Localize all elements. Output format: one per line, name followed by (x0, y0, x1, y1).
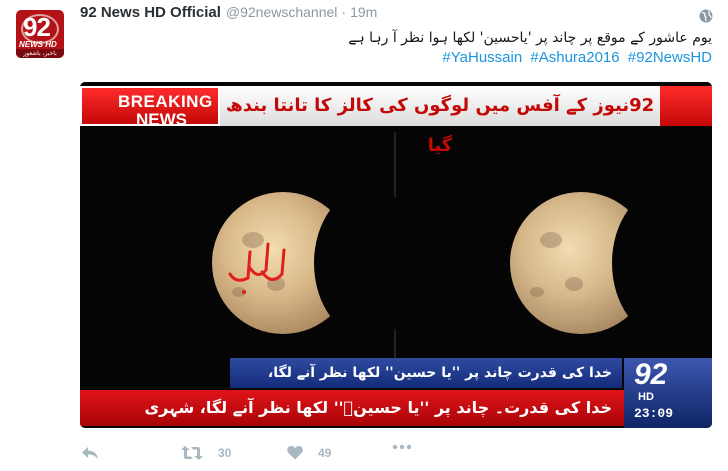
globe-icon[interactable] (699, 9, 713, 23)
author-screen-name[interactable]: @92newschannel (226, 4, 338, 20)
avatar-tagline: باخبر، باشعور (16, 49, 64, 58)
hashtag-link[interactable]: #Ashura2016 (530, 49, 619, 66)
retweet-icon (181, 446, 203, 460)
like-button[interactable]: 49 (286, 444, 331, 461)
tweet-media-image[interactable]: BREAKING NEWS 92نیوز کے آفس میں لوگوں کی… (80, 82, 712, 428)
reply-button[interactable] (80, 444, 100, 462)
heart-icon (287, 445, 303, 460)
tweet: 92 NEWS HD باخبر، باشعور 92 News HD Offi… (0, 0, 728, 471)
breaking-headline-box: 92نیوز کے آفس میں لوگوں کی کالز کا تانتا… (220, 86, 660, 156)
avatar-logo-number: 92 (23, 12, 51, 42)
retweet-count: 30 (218, 446, 232, 460)
breaking-news-banner: BREAKING NEWS 92نیوز کے آفس میں لوگوں کی… (80, 82, 712, 156)
ticker-blue: خدا کی قدرت چاند پر ''یا حسین'' لکھا نظر… (230, 358, 622, 411)
channel-logo-number: 92 (634, 358, 668, 391)
reply-icon (82, 447, 98, 459)
moon-image-original (510, 188, 712, 338)
broadcast-time: 23:09 (634, 406, 674, 421)
breaking-label-top: BREAKING (118, 92, 213, 111)
breaking-banner-end (660, 86, 712, 126)
hashtag-list: #YaHussain #Ashura2016 #92NewsHD (92, 48, 712, 68)
more-button[interactable] (392, 444, 412, 450)
retweet-button[interactable]: 30 (180, 444, 231, 462)
breaking-label: BREAKING NEWS (80, 86, 220, 129)
avatar[interactable]: 92 NEWS HD باخبر، باشعور (16, 10, 64, 58)
more-dots-icon (392, 444, 412, 450)
header-separator: · (341, 4, 347, 20)
breaking-headline: 92نیوز کے آفس میں لوگوں کی کالز کا تانتا… (225, 95, 655, 156)
tweet-timestamp[interactable]: 19m (350, 4, 377, 20)
ticker-red-text: خدا کی قدرت۔ چاند پر ''یا حسینؓ'' لکھا ن… (144, 398, 612, 417)
channel-logo-hd: HD (638, 391, 654, 403)
hashtag-link[interactable]: #YaHussain (442, 49, 522, 66)
channel-logo: 92 HD 23:09 (624, 358, 712, 428)
tweet-text: یوم عاشور کے موقع پر چاند پر 'یاحسین' لک… (92, 28, 712, 68)
avatar-logo-text: NEWS HD (19, 40, 57, 49)
tweet-header: 92 News HD Official @92newschannel · 19m (80, 4, 377, 26)
breaking-label-bottom: NEWS (136, 110, 187, 129)
calligraphy-overlay (228, 242, 286, 294)
hashtag-link[interactable]: #92NewsHD (628, 49, 712, 66)
like-count: 49 (318, 445, 332, 460)
tweet-urdu-text: یوم عاشور کے موقع پر چاند پر 'یاحسین' لک… (348, 30, 712, 46)
ticker-red: خدا کی قدرت۔ چاند پر ''یا حسینؓ'' لکھا ن… (80, 390, 624, 426)
author-full-name[interactable]: 92 News HD Official (80, 4, 221, 21)
